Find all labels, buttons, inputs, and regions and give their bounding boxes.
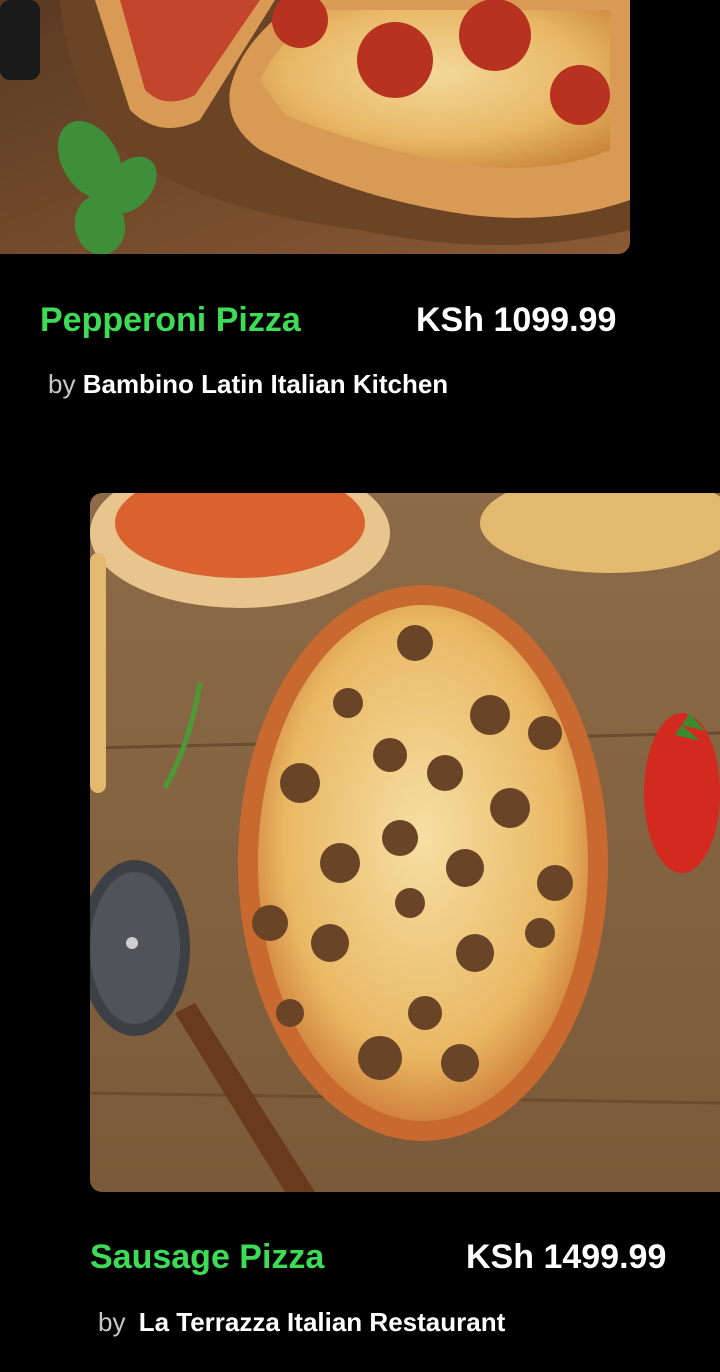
by-label: by — [98, 1307, 126, 1337]
item-byline: by Bambino Latin Italian Kitchen — [48, 368, 448, 400]
by-label: by — [48, 369, 76, 399]
item-price: KSh 1499.99 — [466, 1238, 667, 1276]
item-byline: by La Terrazza Italian Restaurant — [98, 1306, 505, 1338]
item-title[interactable]: Sausage Pizza — [90, 1237, 324, 1277]
sausage-pizza-image[interactable] — [90, 493, 720, 1192]
restaurant-name[interactable]: La Terrazza Italian Restaurant — [139, 1307, 506, 1337]
item-price: KSh 1099.99 — [416, 301, 617, 339]
item-title[interactable]: Pepperoni Pizza — [40, 300, 301, 340]
pepperoni-pizza-image[interactable] — [0, 0, 630, 254]
sausage-pizza-photo — [90, 493, 720, 1192]
restaurant-name[interactable]: Bambino Latin Italian Kitchen — [83, 369, 448, 399]
pepperoni-pizza-photo — [0, 0, 630, 254]
